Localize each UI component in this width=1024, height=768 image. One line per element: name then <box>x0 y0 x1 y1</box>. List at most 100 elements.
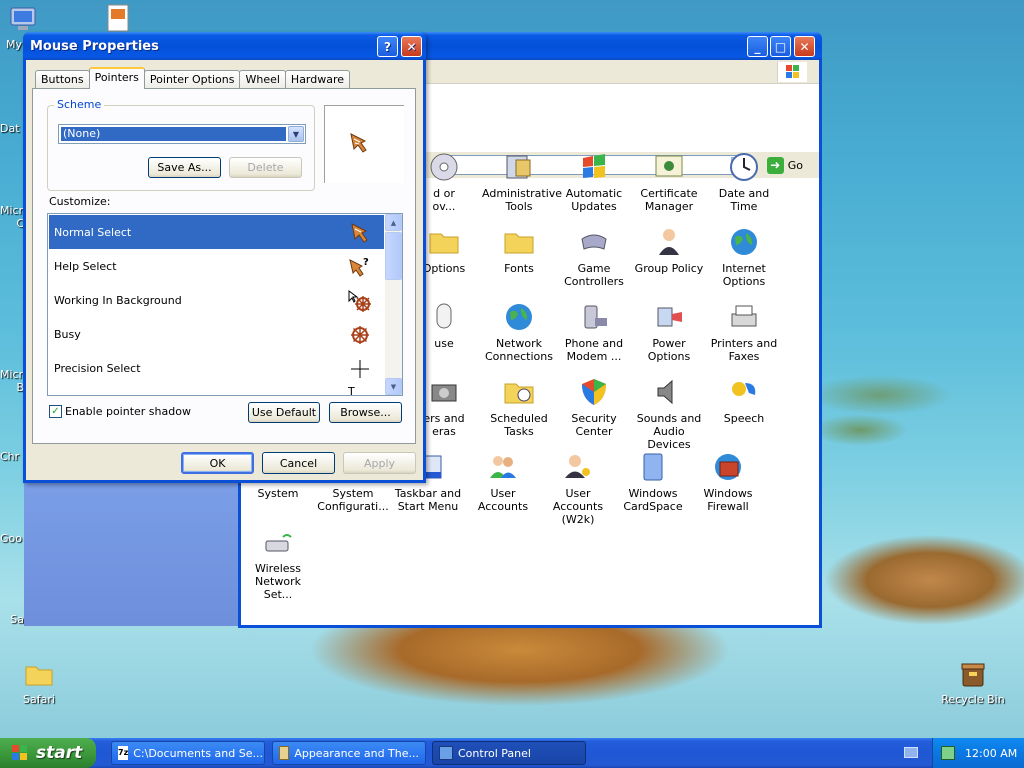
control-panel-item-label: Administrative Tools <box>482 187 563 213</box>
cancel-button[interactable]: Cancel <box>262 452 335 474</box>
desktop-icon-c[interactable]: C <box>0 217 24 230</box>
control-panel-item[interactable]: Internet Options <box>707 225 781 288</box>
control-panel-item-label: Sounds and Audio Devices <box>636 412 702 451</box>
control-panel-item-label: Internet Options <box>722 262 766 288</box>
tab-wheel[interactable]: Wheel <box>239 70 286 89</box>
chevron-down-icon[interactable]: ▼ <box>288 126 304 142</box>
use-default-button[interactable]: Use Default <box>248 402 320 423</box>
control-panel-item[interactable]: Certificate Manager <box>632 150 706 213</box>
control-panel-item-label: Wireless Network Set... <box>254 562 302 601</box>
close-icon: ✕ <box>406 39 417 54</box>
browse-button[interactable]: Browse... <box>329 402 402 423</box>
control-panel-item[interactable]: Windows CardSpace <box>616 450 690 513</box>
tab-strip: Buttons Pointers Pointer Options Wheel H… <box>35 67 351 89</box>
control-panel-item[interactable]: Automatic Updates <box>557 150 631 213</box>
control-panel-item-label: Game Controllers <box>564 262 624 288</box>
control-panel-item-label: Date and Time <box>718 187 770 213</box>
dialog-close-button[interactable]: ✕ <box>401 36 422 57</box>
system-tray: 12:00 AM <box>932 738 1024 768</box>
pointer-list[interactable]: Normal Select Help Select? Working In Back… <box>47 213 403 396</box>
svg-text:?: ? <box>363 257 369 268</box>
folder-icon <box>427 225 461 259</box>
control-panel-item[interactable]: Wireless Network Set... <box>241 525 315 601</box>
tab-hardware[interactable]: Hardware <box>284 70 351 89</box>
keyboard-icon[interactable] <box>904 747 918 758</box>
scroll-up-button[interactable]: ▲ <box>385 214 402 231</box>
folder-clock-icon <box>502 375 536 409</box>
control-panel-item[interactable]: Date and Time <box>707 150 781 213</box>
folder-icon <box>502 225 536 259</box>
dialog-titlebar[interactable]: Mouse Properties ? ✕ <box>23 32 426 60</box>
control-panel-item[interactable]: Game Controllers <box>557 225 631 288</box>
tab-pointers[interactable]: Pointers <box>88 67 145 89</box>
desktop-icon-goo[interactable]: Goo <box>0 532 24 545</box>
control-panel-item[interactable]: Network Connections <box>482 300 556 363</box>
power-icon <box>652 300 686 334</box>
scroll-down-button[interactable]: ▼ <box>385 378 402 395</box>
control-panel-item-label: User Accounts (W2k) <box>552 487 604 526</box>
control-panel-item-label: System <box>257 487 299 500</box>
tab-buttons[interactable]: Buttons <box>35 70 90 89</box>
control-panel-item[interactable]: Administrative Tools <box>482 150 563 213</box>
desktop-icon-micro-2[interactable]: Micro <box>0 368 30 381</box>
control-panel-item-label: Network Connections <box>485 337 553 363</box>
desktop-icon-recycle-bin[interactable]: Recycle Bin <box>938 658 1008 706</box>
shadow-checkbox[interactable]: ✓ <box>49 405 62 418</box>
help-button[interactable]: ? <box>377 36 398 57</box>
pointer-row[interactable]: Normal Select <box>49 215 384 249</box>
dialog-title: Mouse Properties <box>30 39 159 54</box>
vertical-scrollbar[interactable]: ▲ ▼ <box>385 214 402 395</box>
control-panel-item-label: Security Center <box>571 412 617 438</box>
7zip-icon: 7z <box>118 746 129 760</box>
pointer-preview <box>324 105 404 183</box>
taskbar-button-7zip[interactable]: 7z C:\Documents and Se... <box>111 741 265 765</box>
pointer-row[interactable]: Busy <box>49 317 384 351</box>
save-as-button[interactable]: Save As... <box>148 157 221 178</box>
control-panel-item[interactable]: Group Policy <box>632 225 706 275</box>
control-panel-item[interactable]: User Accounts (W2k) <box>541 450 615 526</box>
control-panel-item[interactable]: Phone and Modem ... <box>557 300 631 363</box>
close-button[interactable]: ✕ <box>794 36 815 57</box>
control-panel-item[interactable]: Power Options <box>632 300 706 363</box>
tab-pointer-options[interactable]: Pointer Options <box>143 70 241 89</box>
windows-flag-icon <box>577 150 611 184</box>
control-panel-item[interactable]: Speech <box>707 375 781 425</box>
taskbar-button-appearance[interactable]: Appearance and The... <box>272 741 426 765</box>
control-panel-item[interactable]: Security Center <box>557 375 631 438</box>
control-panel-item[interactable]: Fonts <box>482 225 556 275</box>
control-panel-item[interactable]: Scheduled Tasks <box>482 375 556 438</box>
delete-button[interactable]: Delete <box>229 157 302 178</box>
desktop-icon-chr[interactable]: Chr <box>0 450 24 463</box>
clock: 12:00 AM <box>965 746 1018 760</box>
clock-icon <box>727 150 761 184</box>
control-panel-item[interactable]: Sounds and Audio Devices <box>632 375 706 451</box>
taskbar: start 7z C:\Documents and Se... Appearan… <box>0 738 1024 768</box>
desktop-icon-b[interactable]: B <box>0 381 24 394</box>
scroll-thumb[interactable] <box>385 232 402 280</box>
control-panel-item[interactable]: Windows Firewall <box>691 450 765 513</box>
ok-button[interactable]: OK <box>181 452 254 474</box>
pointer-row[interactable]: Help Select? <box>49 249 384 283</box>
desktop-icon-micro-1[interactable]: Micro <box>0 204 30 217</box>
pointer-row[interactable]: Precision Select <box>49 351 384 385</box>
apply-button[interactable]: Apply <box>343 452 416 474</box>
desktop-icon-safari[interactable]: Safari <box>4 658 74 706</box>
pointer-row[interactable]: Working In Background <box>49 283 384 317</box>
control-panel-item[interactable]: Printers and Faxes <box>707 300 781 363</box>
shell-cursor-icon <box>350 133 367 153</box>
control-panel-item[interactable]: User Accounts <box>466 450 540 513</box>
users-key-icon <box>561 450 595 484</box>
crosshair-cursor-icon <box>348 357 372 381</box>
printer-icon <box>727 300 761 334</box>
start-button[interactable]: start <box>0 738 96 768</box>
desktop-icon-dat[interactable]: Dat <box>0 122 24 135</box>
minimize-button[interactable]: _ <box>747 36 768 57</box>
scheme-select[interactable]: (None) ▼ <box>58 124 306 144</box>
maximize-button[interactable]: □ <box>770 36 791 57</box>
users-icon <box>486 450 520 484</box>
network-icon[interactable] <box>941 746 955 760</box>
taskbar-button-control-panel[interactable]: Control Panel <box>432 741 586 765</box>
camera-icon <box>427 375 461 409</box>
control-panel-item-label: Scheduled Tasks <box>490 412 548 438</box>
desktop-icon-sa[interactable]: Sa <box>0 613 24 626</box>
